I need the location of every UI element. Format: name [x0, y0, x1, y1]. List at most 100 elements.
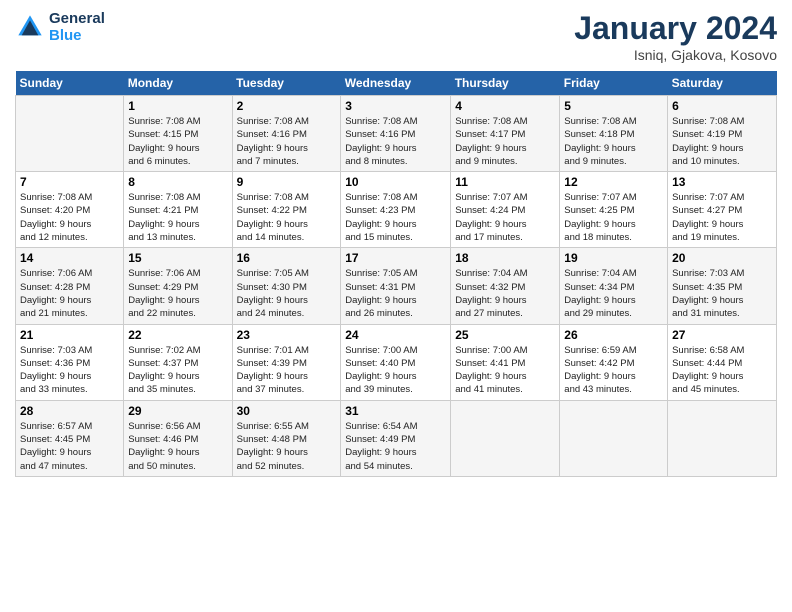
day-number: 14	[20, 251, 119, 265]
day-info: Sunrise: 6:54 AM Sunset: 4:49 PM Dayligh…	[345, 420, 446, 473]
day-number: 31	[345, 404, 446, 418]
calendar-cell: 24 Sunrise: 7:00 AM Sunset: 4:40 PM Dayli…	[341, 324, 451, 400]
calendar-cell: 17 Sunrise: 7:05 AM Sunset: 4:31 PM Dayli…	[341, 248, 451, 324]
day-info: Sunrise: 7:08 AM Sunset: 4:19 PM Dayligh…	[672, 115, 772, 168]
day-info: Sunrise: 7:05 AM Sunset: 4:30 PM Dayligh…	[237, 267, 337, 320]
logo-text: General Blue	[49, 10, 105, 44]
week-row-4: 21 Sunrise: 7:03 AM Sunset: 4:36 PM Dayli…	[16, 324, 777, 400]
day-info: Sunrise: 6:59 AM Sunset: 4:42 PM Dayligh…	[564, 344, 663, 397]
calendar-cell: 25 Sunrise: 7:00 AM Sunset: 4:41 PM Dayli…	[451, 324, 560, 400]
logo-icon	[15, 12, 45, 42]
calendar-cell: 27 Sunrise: 6:58 AM Sunset: 4:44 PM Dayli…	[668, 324, 777, 400]
col-header-tuesday: Tuesday	[232, 71, 341, 96]
main-title: January 2024	[574, 10, 777, 47]
calendar-cell: 15 Sunrise: 7:06 AM Sunset: 4:29 PM Dayli…	[124, 248, 232, 324]
day-info: Sunrise: 6:57 AM Sunset: 4:45 PM Dayligh…	[20, 420, 119, 473]
day-number: 27	[672, 328, 772, 342]
day-info: Sunrise: 7:06 AM Sunset: 4:28 PM Dayligh…	[20, 267, 119, 320]
day-info: Sunrise: 7:08 AM Sunset: 4:23 PM Dayligh…	[345, 191, 446, 244]
col-header-saturday: Saturday	[668, 71, 777, 96]
day-number: 13	[672, 175, 772, 189]
calendar-cell: 10 Sunrise: 7:08 AM Sunset: 4:23 PM Dayli…	[341, 172, 451, 248]
day-number: 4	[455, 99, 555, 113]
day-info: Sunrise: 7:08 AM Sunset: 4:16 PM Dayligh…	[237, 115, 337, 168]
calendar-cell: 20 Sunrise: 7:03 AM Sunset: 4:35 PM Dayli…	[668, 248, 777, 324]
day-number: 6	[672, 99, 772, 113]
calendar-cell: 5 Sunrise: 7:08 AM Sunset: 4:18 PM Daylig…	[560, 96, 668, 172]
title-block: January 2024 Isniq, Gjakova, Kosovo	[574, 10, 777, 63]
day-info: Sunrise: 7:07 AM Sunset: 4:27 PM Dayligh…	[672, 191, 772, 244]
day-info: Sunrise: 7:07 AM Sunset: 4:24 PM Dayligh…	[455, 191, 555, 244]
day-number: 11	[455, 175, 555, 189]
day-info: Sunrise: 7:08 AM Sunset: 4:17 PM Dayligh…	[455, 115, 555, 168]
day-number: 16	[237, 251, 337, 265]
day-number: 15	[128, 251, 227, 265]
day-info: Sunrise: 7:08 AM Sunset: 4:16 PM Dayligh…	[345, 115, 446, 168]
calendar-cell: 23 Sunrise: 7:01 AM Sunset: 4:39 PM Dayli…	[232, 324, 341, 400]
day-number: 19	[564, 251, 663, 265]
calendar-cell: 31 Sunrise: 6:54 AM Sunset: 4:49 PM Dayli…	[341, 400, 451, 476]
calendar-cell: 7Sunrise: 7:08 AM Sunset: 4:20 PM Daylig…	[16, 172, 124, 248]
day-info: Sunrise: 7:00 AM Sunset: 4:41 PM Dayligh…	[455, 344, 555, 397]
day-info: Sunrise: 7:08 AM Sunset: 4:18 PM Dayligh…	[564, 115, 663, 168]
header: General Blue January 2024 Isniq, Gjakova…	[15, 10, 777, 63]
calendar-cell: 6 Sunrise: 7:08 AM Sunset: 4:19 PM Daylig…	[668, 96, 777, 172]
calendar-page: General Blue January 2024 Isniq, Gjakova…	[0, 0, 792, 612]
calendar-cell: 2 Sunrise: 7:08 AM Sunset: 4:16 PM Daylig…	[232, 96, 341, 172]
day-number: 5	[564, 99, 663, 113]
day-number: 1	[128, 99, 227, 113]
calendar-cell: 14 Sunrise: 7:06 AM Sunset: 4:28 PM Dayli…	[16, 248, 124, 324]
logo: General Blue	[15, 10, 105, 44]
day-number: 26	[564, 328, 663, 342]
calendar-cell: 1 Sunrise: 7:08 AM Sunset: 4:15 PM Daylig…	[124, 96, 232, 172]
day-info: Sunrise: 6:58 AM Sunset: 4:44 PM Dayligh…	[672, 344, 772, 397]
day-number: 29	[128, 404, 227, 418]
day-number: 30	[237, 404, 337, 418]
calendar-cell	[560, 400, 668, 476]
col-header-friday: Friday	[560, 71, 668, 96]
day-info: Sunrise: 6:55 AM Sunset: 4:48 PM Dayligh…	[237, 420, 337, 473]
day-number: 17	[345, 251, 446, 265]
day-number: 10	[345, 175, 446, 189]
day-number: 2	[237, 99, 337, 113]
day-info: Sunrise: 7:04 AM Sunset: 4:32 PM Dayligh…	[455, 267, 555, 320]
calendar-cell: 11 Sunrise: 7:07 AM Sunset: 4:24 PM Dayli…	[451, 172, 560, 248]
day-info: Sunrise: 7:08 AM Sunset: 4:21 PM Dayligh…	[128, 191, 227, 244]
day-number: 22	[128, 328, 227, 342]
day-info: Sunrise: 7:03 AM Sunset: 4:35 PM Dayligh…	[672, 267, 772, 320]
day-info: Sunrise: 7:08 AM Sunset: 4:20 PM Dayligh…	[20, 191, 119, 244]
day-info: Sunrise: 7:08 AM Sunset: 4:22 PM Dayligh…	[237, 191, 337, 244]
day-info: Sunrise: 7:08 AM Sunset: 4:15 PM Dayligh…	[128, 115, 227, 168]
week-row-5: 28Sunrise: 6:57 AM Sunset: 4:45 PM Dayli…	[16, 400, 777, 476]
calendar-cell: 29 Sunrise: 6:56 AM Sunset: 4:46 PM Dayli…	[124, 400, 232, 476]
calendar-cell: 8Sunrise: 7:08 AM Sunset: 4:21 PM Daylig…	[124, 172, 232, 248]
day-number: 9	[237, 175, 337, 189]
subtitle: Isniq, Gjakova, Kosovo	[574, 47, 777, 63]
col-header-wednesday: Wednesday	[341, 71, 451, 96]
calendar-cell: 19 Sunrise: 7:04 AM Sunset: 4:34 PM Dayli…	[560, 248, 668, 324]
calendar-cell: 9 Sunrise: 7:08 AM Sunset: 4:22 PM Daylig…	[232, 172, 341, 248]
day-number: 21	[20, 328, 119, 342]
calendar-cell: 4 Sunrise: 7:08 AM Sunset: 4:17 PM Daylig…	[451, 96, 560, 172]
day-number: 20	[672, 251, 772, 265]
day-number: 24	[345, 328, 446, 342]
calendar-cell	[668, 400, 777, 476]
day-number: 25	[455, 328, 555, 342]
calendar-cell: 28Sunrise: 6:57 AM Sunset: 4:45 PM Dayli…	[16, 400, 124, 476]
calendar-cell: 26 Sunrise: 6:59 AM Sunset: 4:42 PM Dayli…	[560, 324, 668, 400]
day-number: 23	[237, 328, 337, 342]
calendar-cell: 16 Sunrise: 7:05 AM Sunset: 4:30 PM Dayli…	[232, 248, 341, 324]
col-header-thursday: Thursday	[451, 71, 560, 96]
calendar-cell: 13 Sunrise: 7:07 AM Sunset: 4:27 PM Dayli…	[668, 172, 777, 248]
day-info: Sunrise: 7:06 AM Sunset: 4:29 PM Dayligh…	[128, 267, 227, 320]
day-info: Sunrise: 7:05 AM Sunset: 4:31 PM Dayligh…	[345, 267, 446, 320]
day-info: Sunrise: 7:04 AM Sunset: 4:34 PM Dayligh…	[564, 267, 663, 320]
day-info: Sunrise: 7:07 AM Sunset: 4:25 PM Dayligh…	[564, 191, 663, 244]
day-info: Sunrise: 7:00 AM Sunset: 4:40 PM Dayligh…	[345, 344, 446, 397]
calendar-table: SundayMondayTuesdayWednesdayThursdayFrid…	[15, 71, 777, 477]
day-info: Sunrise: 6:56 AM Sunset: 4:46 PM Dayligh…	[128, 420, 227, 473]
header-row: SundayMondayTuesdayWednesdayThursdayFrid…	[16, 71, 777, 96]
day-info: Sunrise: 7:01 AM Sunset: 4:39 PM Dayligh…	[237, 344, 337, 397]
day-info: Sunrise: 7:03 AM Sunset: 4:36 PM Dayligh…	[20, 344, 119, 397]
calendar-cell: 22Sunrise: 7:02 AM Sunset: 4:37 PM Dayli…	[124, 324, 232, 400]
